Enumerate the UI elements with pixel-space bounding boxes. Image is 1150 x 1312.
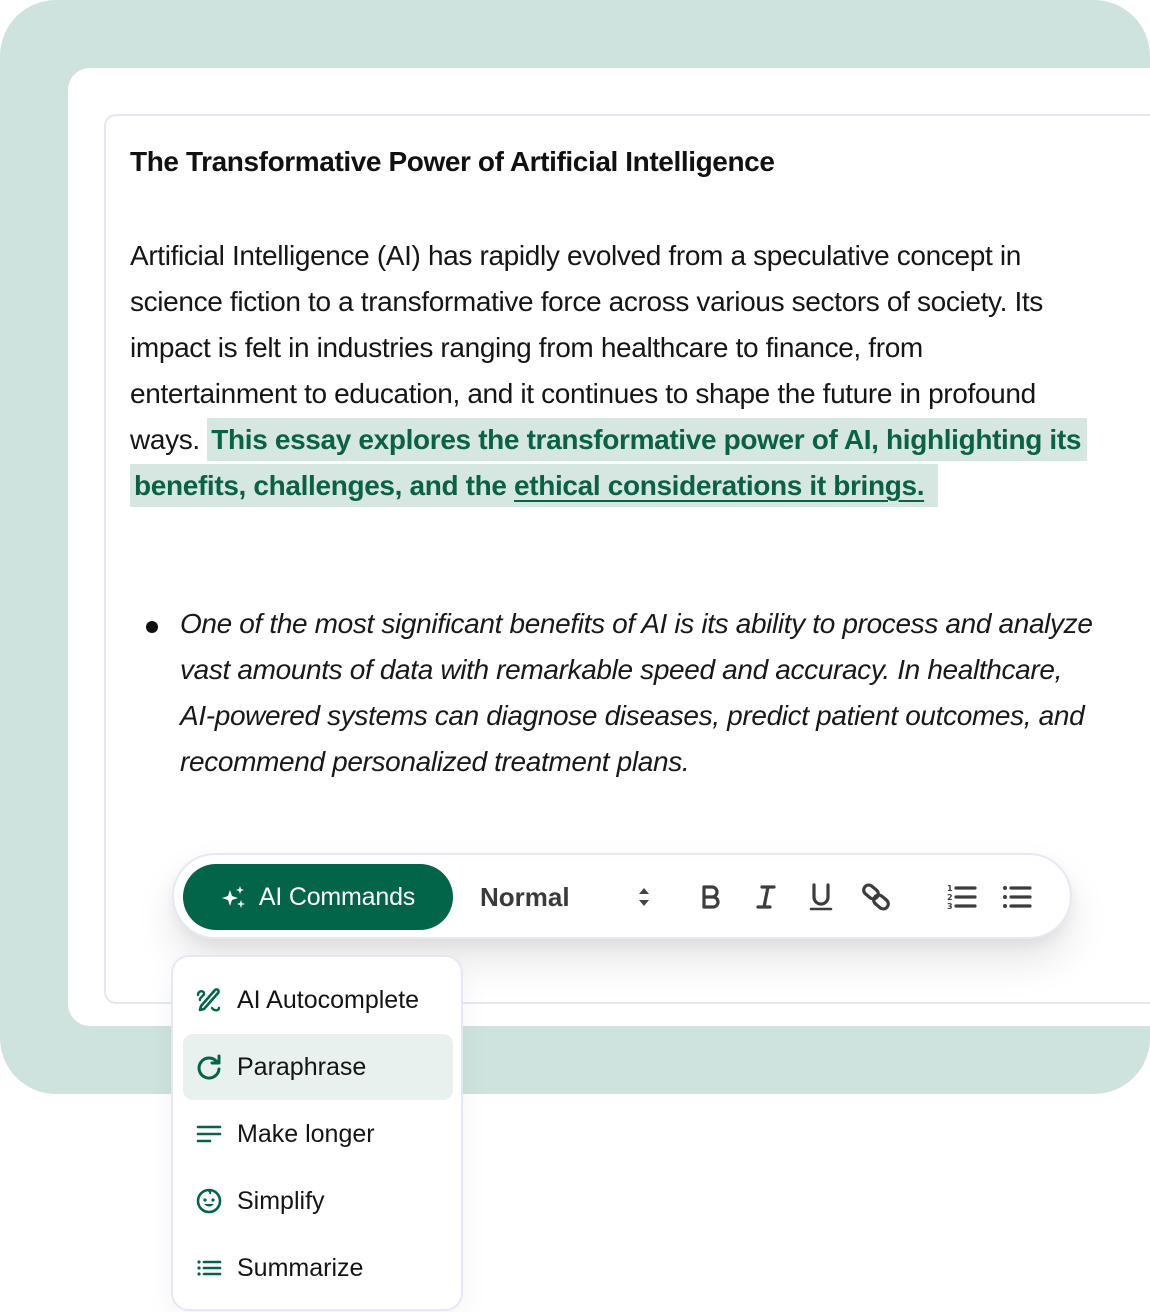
italic-icon — [756, 885, 776, 909]
bullet-list: One of the most significant benefits of … — [140, 601, 1100, 785]
ordered-list-button[interactable]: 1 2 3 — [944, 879, 980, 915]
menu-item-make-longer[interactable]: Make longer — [183, 1101, 453, 1167]
ai-commands-button[interactable]: AI Commands — [183, 864, 453, 930]
link-button[interactable] — [858, 879, 894, 915]
menu-item-label: Paraphrase — [237, 1052, 367, 1081]
underline-button[interactable] — [803, 879, 839, 915]
selected-text-highlight[interactable]: This essay explores the transformative p… — [130, 418, 1088, 507]
italic-button[interactable] — [748, 879, 784, 915]
svg-text:1: 1 — [947, 884, 953, 893]
bold-button[interactable] — [693, 879, 729, 915]
menu-item-label: Summarize — [237, 1253, 364, 1282]
svg-text:2: 2 — [947, 893, 953, 902]
ai-commands-label: AI Commands — [258, 882, 416, 911]
bullet-dot-icon — [146, 621, 158, 633]
ordered-list-icon: 1 2 3 — [947, 884, 977, 911]
bold-icon — [702, 885, 720, 909]
pencil-squiggle-icon — [196, 988, 221, 1012]
list-icon — [197, 1260, 222, 1276]
svg-text:3: 3 — [947, 902, 953, 911]
document-title[interactable]: The Transformative Power of Artificial I… — [130, 146, 775, 178]
link-icon — [862, 883, 890, 911]
text-style-value: Normal — [480, 881, 570, 912]
underlined-highlight-text: ethical considerations it brings. — [514, 470, 925, 501]
menu-item-simplify[interactable]: Simplify — [183, 1168, 453, 1234]
text-lines-icon — [196, 1125, 222, 1143]
list-item[interactable]: One of the most significant benefits of … — [140, 601, 1100, 785]
menu-item-label: Simplify — [237, 1186, 325, 1215]
bullet-list-icon — [1003, 886, 1032, 908]
formatting-toolbar: AI Commands Normal 1 2 3 — [172, 853, 1072, 939]
menu-item-label: Make longer — [237, 1119, 375, 1148]
intro-paragraph[interactable]: Artificial Intelligence (AI) has rapidly… — [130, 233, 1090, 509]
list-item-text: One of the most significant benefits of … — [180, 608, 1093, 777]
menu-item-summarize[interactable]: Summarize — [183, 1235, 453, 1301]
menu-item-paraphrase[interactable]: Paraphrase — [183, 1034, 453, 1100]
updown-chevron-icon — [639, 888, 649, 906]
menu-item-label: AI Autocomplete — [237, 985, 420, 1014]
baby-face-icon — [196, 1188, 222, 1214]
menu-item-ai-autocomplete[interactable]: AI Autocomplete — [183, 967, 453, 1033]
text-style-select[interactable]: Normal — [480, 877, 652, 917]
underline-icon — [809, 883, 833, 911]
ai-commands-menu: AI Autocomplete Paraphrase Make longer S… — [171, 955, 463, 1311]
bullet-list-button[interactable] — [999, 879, 1035, 915]
refresh-icon — [197, 1054, 221, 1080]
sparkles-icon — [221, 886, 245, 908]
